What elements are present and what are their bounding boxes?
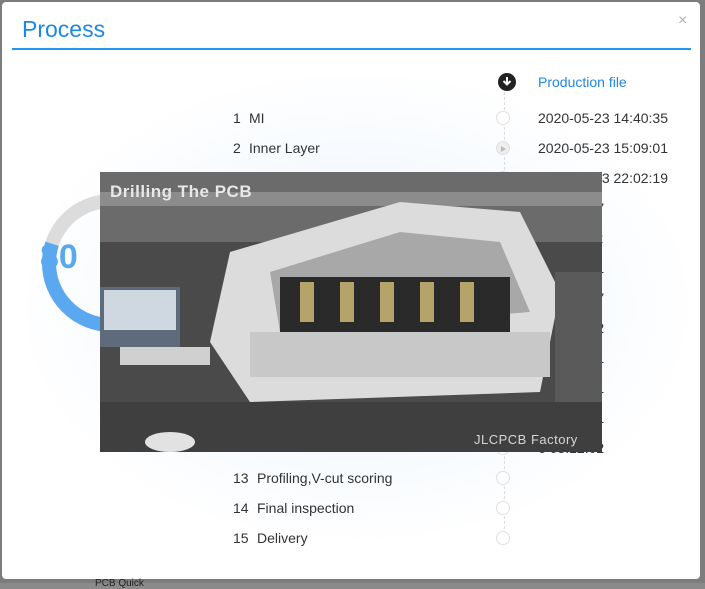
timeline-row: 13 Profiling,V-cut scoring xyxy=(2,464,700,494)
process-modal: Process × 80 Production file 1 MI 2020-05-… xyxy=(2,2,700,579)
step-number: 13 xyxy=(233,470,249,486)
circle-icon xyxy=(496,111,510,125)
step-name: Inner Layer xyxy=(249,140,320,156)
production-file-link[interactable]: Production file xyxy=(538,74,627,90)
step-number: 1 xyxy=(233,110,241,126)
download-icon[interactable] xyxy=(498,73,516,91)
circle-icon xyxy=(496,531,510,545)
timeline-row: 14 Final inspection xyxy=(2,494,700,524)
step-number: 15 xyxy=(233,530,249,546)
factory-drilling-image xyxy=(100,172,602,452)
step-name: Delivery xyxy=(257,530,308,546)
video-player[interactable]: Drilling The PCB JLCPCB Factory xyxy=(100,172,602,452)
step-number: 14 xyxy=(233,500,249,516)
title-divider xyxy=(12,48,691,50)
step-number: 2 xyxy=(233,140,241,156)
step-name: Final inspection xyxy=(257,500,355,516)
step-name: MI xyxy=(249,110,265,126)
step-date: 2020-05-23 15:09:01 xyxy=(538,140,668,156)
video-caption: Drilling The PCB xyxy=(110,182,253,201)
video-watermark: JLCPCB Factory xyxy=(474,432,578,447)
timeline-row: 2 Inner Layer 2020-05-23 15:09:01 xyxy=(2,134,700,164)
timeline-row: 15 Delivery xyxy=(2,524,700,554)
modal-title: Process xyxy=(22,16,106,42)
circle-icon xyxy=(496,501,510,515)
footer-text: PCB Quick xyxy=(95,578,144,589)
close-icon[interactable]: × xyxy=(678,12,687,30)
step-date: 2020-05-23 14:40:35 xyxy=(538,110,668,126)
play-icon xyxy=(496,141,510,155)
timeline-row: 1 MI 2020-05-23 14:40:35 xyxy=(2,104,700,134)
step-name: Profiling,V-cut scoring xyxy=(257,470,393,486)
circle-icon xyxy=(496,471,510,485)
